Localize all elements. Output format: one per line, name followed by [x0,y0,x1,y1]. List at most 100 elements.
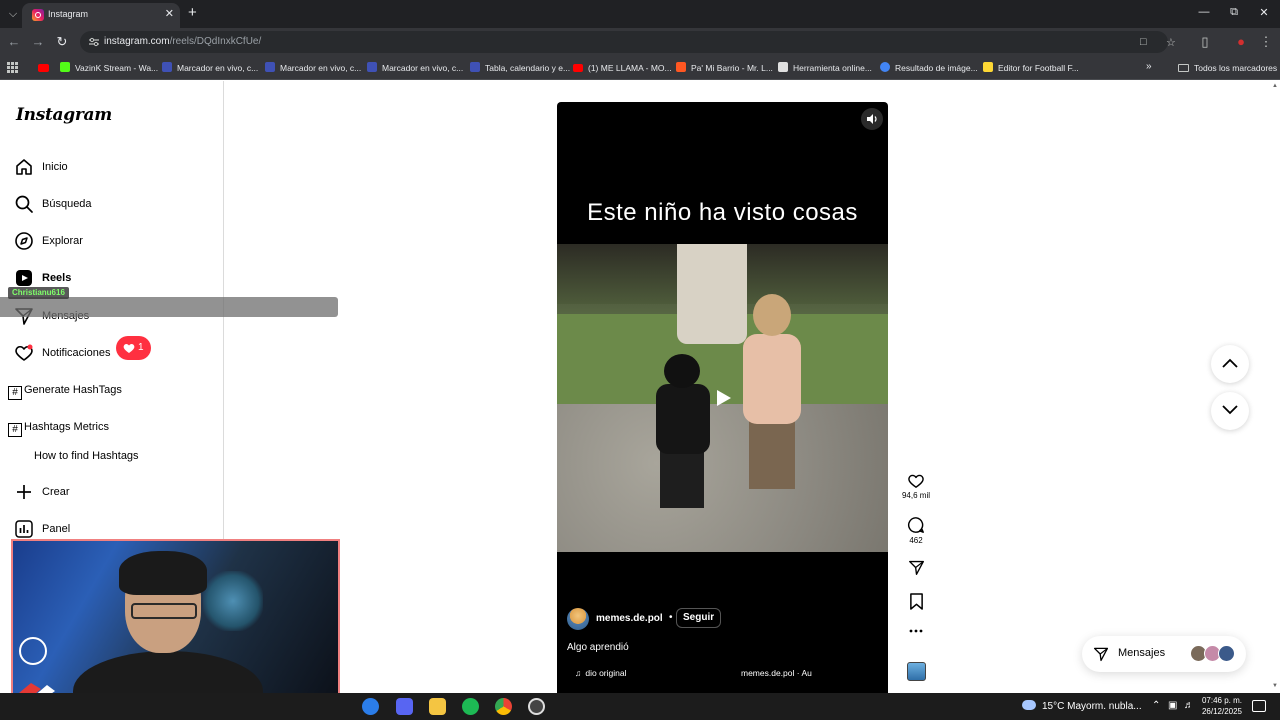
bookmark-item[interactable]: Marcador en vivo, c... [367,61,463,75]
extensions-icon[interactable]: ▯ [1197,34,1213,50]
browser-menu-icon[interactable]: ⋮ [1258,34,1274,50]
like-count: 94,6 mil [901,491,930,500]
more-icon[interactable] [908,628,924,634]
heart-icon[interactable] [907,473,925,489]
heart-icon [15,344,33,361]
share-action[interactable] [901,559,931,576]
bookmark-label: Marcador en vivo, c... [382,63,464,73]
tab-close-icon[interactable]: ✕ [165,7,174,20]
follow-button[interactable]: Seguir [676,608,722,628]
back-button[interactable]: ← [6,34,22,50]
video-boy-figure [652,354,712,508]
url-text[interactable]: instagram.com/reels/DQdInxkCfUe/ [104,36,261,47]
taskbar-clock[interactable]: 07:46 p. m. 26/12/2025 [1200,695,1242,717]
bookmark-item[interactable]: Editor for Football F... [983,61,1079,75]
google-icon [880,62,890,72]
profile-icon[interactable]: ● [1233,34,1249,50]
edge-icon[interactable] [362,698,379,715]
site-settings-icon[interactable] [88,36,100,48]
spotify-icon[interactable] [462,698,479,715]
comment-count: 462 [909,536,923,545]
bookmark-star-icon[interactable]: ☆ [1166,36,1176,49]
bookmark-item[interactable]: (1) ME LLAMA - MO... [573,61,672,75]
bookmark-item[interactable]: VazinK Stream - Wa... [60,61,158,75]
next-reel-button[interactable] [1211,392,1249,430]
apps-grid-icon[interactable] [7,62,18,73]
bookmark-item[interactable]: Tabla, calendario y e... [470,61,570,75]
notification-count: 1 [138,342,144,353]
messages-pill[interactable]: Mensajes [1082,636,1246,672]
more-options-action[interactable] [901,628,931,634]
audio-thumbnail[interactable] [907,662,926,681]
stream-username-tag: Christianu616 [8,287,69,299]
message-avatar [1218,645,1235,662]
chevron-down-icon [1222,405,1238,415]
reel-audio-author[interactable]: memes.de.pol · Au [741,668,812,678]
bookmark-label: Editor for Football F... [998,63,1079,73]
how-to-find-hashtags-link[interactable]: How to find Hashtags [34,450,139,462]
bookmark-item[interactable]: Marcador en vivo, c... [162,61,258,75]
all-bookmarks-folder[interactable]: Todos los marcadores [1178,61,1277,75]
send-icon[interactable] [908,559,925,576]
install-app-icon[interactable]: □ [1140,36,1147,48]
close-window-button[interactable]: ✕ [1256,6,1272,19]
obs-icon[interactable] [528,698,545,715]
webcam-overlay [11,539,340,713]
hashtag-icon: # [8,423,22,437]
author-avatar[interactable] [567,608,589,630]
address-bar[interactable]: instagram.com/reels/DQdInxkCfUe/ □ ☆ [80,31,1176,53]
network-icon[interactable]: ▣ [1168,700,1177,711]
forward-button[interactable]: → [30,34,46,50]
bookmark-item[interactable]: Marcador en vivo, c... [265,61,361,75]
instagram-logo[interactable]: Instagram [16,105,112,125]
bookmarks-overflow-icon[interactable]: » [1146,61,1152,72]
file-explorer-icon[interactable] [429,698,446,715]
reel-description[interactable]: Algo aprendió [567,642,629,653]
weather-widget[interactable]: 15°C Mayorm. nubla... [1022,700,1142,712]
hashtags-metrics-label: Hashtags Metrics [24,421,109,433]
tray-overflow-icon[interactable]: ⌃ [1152,700,1160,711]
bookmark-label: Marcador en vivo, c... [177,63,259,73]
bookmark-youtube[interactable] [38,61,54,75]
bookmark-icon[interactable] [909,593,924,610]
discord-icon[interactable] [396,698,413,715]
hashtags-metrics-link[interactable]: # Hashtags Metrics [8,421,109,439]
cloud-icon [1022,700,1036,710]
messages-pill-label: Mensajes [1118,647,1166,659]
previous-reel-button[interactable] [1211,345,1249,383]
volume-icon [867,114,877,124]
like-action[interactable]: 94,6 mil [901,473,931,500]
tab-instagram[interactable]: Instagram ✕ [22,3,180,28]
tab-search-button[interactable]: ⌵ [4,5,22,23]
comment-action[interactable]: 462 [901,516,931,545]
author-username[interactable]: memes.de.pol [596,613,663,624]
bookmark-item[interactable]: Pa' Mi Barrio - Mr. L... [676,61,773,75]
bookmark-item[interactable]: Resultado de imáge... [880,61,978,75]
football-editor-icon [983,62,993,72]
url-host: instagram.com [104,36,170,47]
volume-tray-icon[interactable]: ♬ [1184,700,1194,711]
chrome-icon[interactable] [495,698,512,715]
scroll-up-icon[interactable]: ▲ [1272,83,1278,89]
reel-audio-link[interactable]: ♫ dio original [575,668,627,678]
page-scrollbar[interactable]: ▲ ▼ [1270,81,1280,693]
save-action[interactable] [901,593,931,610]
play-icon[interactable] [714,389,732,407]
bookmark-item[interactable]: Herramienta online... [778,61,872,75]
generate-hashtags-link[interactable]: # Generate HashTags [8,384,122,402]
restore-button[interactable]: ⧉ [1226,6,1242,19]
notification-badge[interactable]: 1 [116,336,151,360]
notification-center-icon[interactable] [1252,700,1266,712]
reel-player[interactable]: Este niño ha visto cosas memes.de.pol • … [557,102,888,693]
volume-button[interactable] [861,108,883,130]
sidebar-item-label: Crear [42,486,70,498]
scroll-down-icon[interactable]: ▼ [1272,683,1278,689]
reload-button[interactable]: ↻ [54,34,70,50]
comment-icon[interactable] [907,516,925,534]
reel-video-frame[interactable] [557,244,888,552]
new-tab-button[interactable]: + [188,5,197,21]
hashtag-icon: # [8,386,22,400]
minimize-button[interactable]: — [1196,6,1212,18]
youtube-icon [573,64,583,72]
reel-overlay-caption: Este niño ha visto cosas [587,199,858,226]
